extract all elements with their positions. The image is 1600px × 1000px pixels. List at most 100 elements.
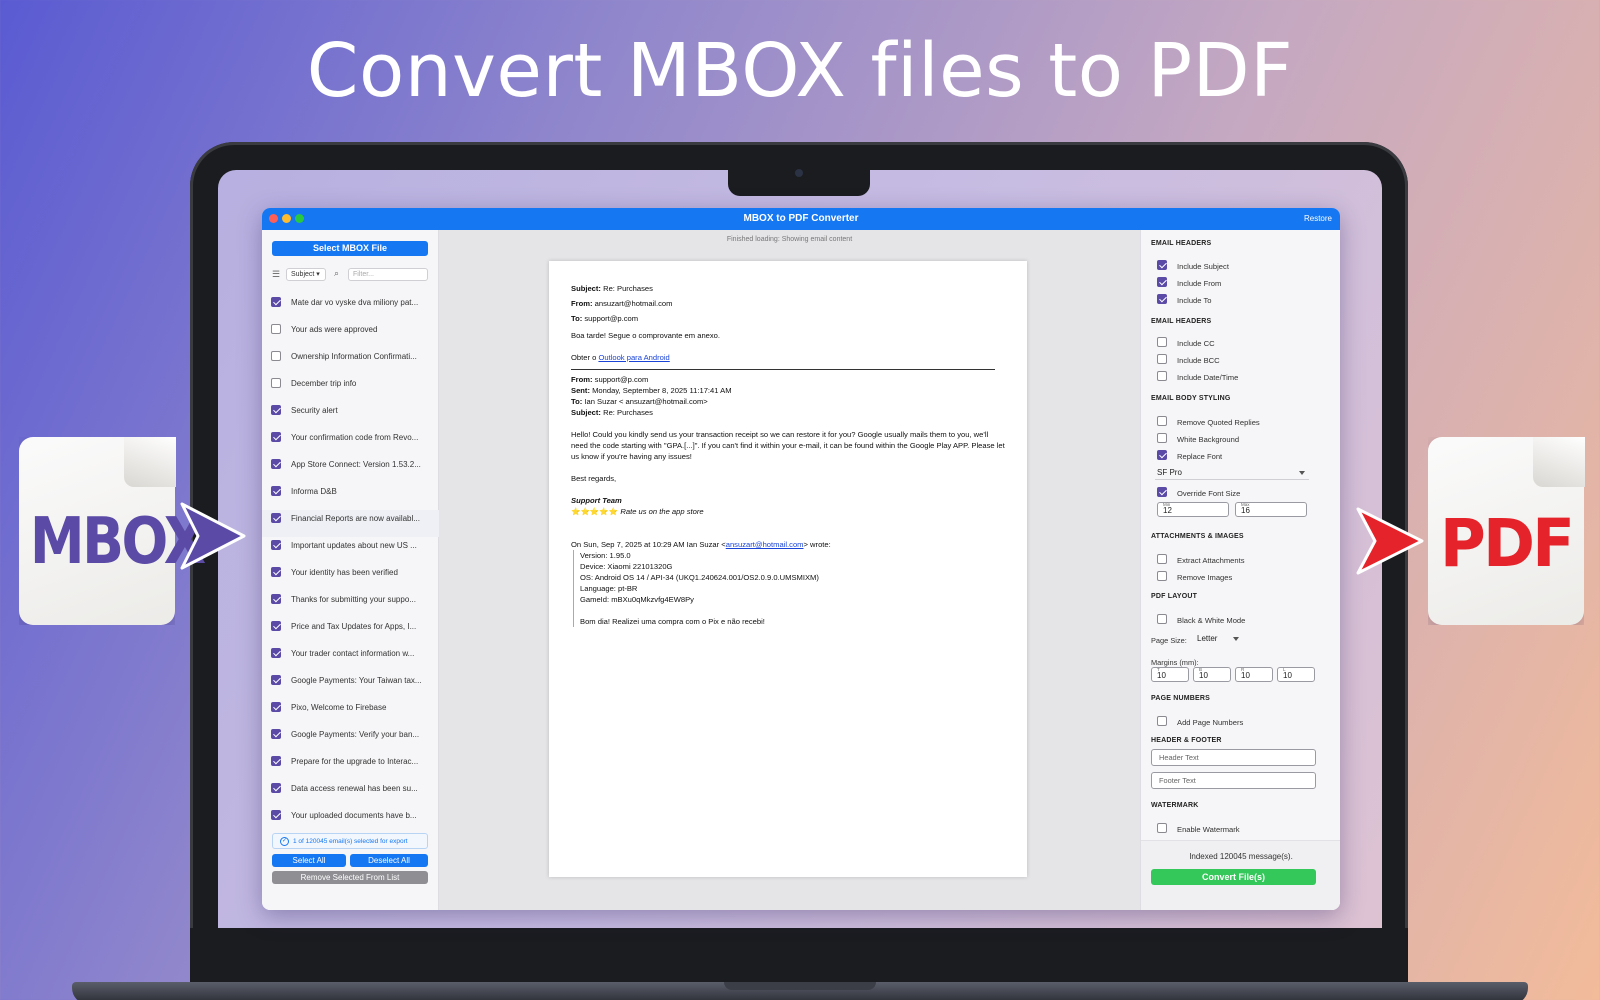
deselect-all-button[interactable]: Deselect All (350, 854, 428, 867)
filter-input[interactable]: Filter... (348, 268, 428, 281)
restore-button[interactable]: Restore (1304, 214, 1332, 223)
email-list-item[interactable]: Your confirmation code from Revo... (262, 429, 439, 456)
add-page-numbers-checkbox[interactable] (1157, 716, 1167, 726)
remove-images-checkbox[interactable] (1157, 571, 1167, 581)
margin-field[interactable]: L 10 (1277, 667, 1315, 682)
section-email-headers: EMAIL HEADERS (1151, 240, 1212, 247)
email-list-item[interactable]: Mate dar vo vyske dva miliony pat... (262, 294, 439, 321)
chevron-down-icon (1299, 471, 1305, 475)
font-select[interactable]: SF Pro (1155, 468, 1309, 480)
email-checkbox[interactable] (271, 810, 281, 820)
sort-field-select[interactable]: Subject ▾ (286, 268, 326, 281)
include-cc-label: Include CC (1177, 339, 1215, 348)
email-list-item[interactable]: Prepare for the upgrade to Interac... (262, 753, 439, 780)
email-list-item[interactable]: Security alert (262, 402, 439, 429)
email-list-item[interactable]: Important updates about new US ... (262, 537, 439, 564)
include-datetime-checkbox[interactable] (1157, 371, 1167, 381)
include-to-checkbox[interactable] (1157, 294, 1167, 304)
replace-font-checkbox[interactable] (1157, 450, 1167, 460)
email-checkbox[interactable] (271, 675, 281, 685)
extract-attachments-checkbox[interactable] (1157, 554, 1167, 564)
email-list: Mate dar vo vyske dva miliony pat... Your… (262, 294, 439, 834)
mbox-file-fold (124, 437, 176, 487)
email-checkbox[interactable] (271, 513, 281, 523)
page-size-select[interactable]: Letter (1197, 634, 1243, 646)
min-font-size-field[interactable]: Min 12 (1157, 502, 1229, 517)
window-title: MBOX to PDF Converter (743, 213, 859, 224)
rating-line: ⭐⭐⭐⭐⭐ Rate us on the app store (571, 506, 1005, 517)
quoted-line: Language: pt-BR (580, 584, 638, 593)
email-list-item[interactable]: Informa D&B (262, 483, 439, 510)
include-cc-checkbox[interactable] (1157, 337, 1167, 347)
override-font-size-checkbox[interactable] (1157, 487, 1167, 497)
header-text-field[interactable]: Header Text (1151, 749, 1316, 766)
quoted-to-value: Ian Suzar < ansuzart@hotmail.com> (584, 397, 708, 406)
white-bg-checkbox[interactable] (1157, 433, 1167, 443)
email-checkbox[interactable] (271, 621, 281, 631)
email-checkbox[interactable] (271, 783, 281, 793)
select-mbox-file-button[interactable]: Select MBOX File (272, 241, 428, 256)
margin-field[interactable]: T 10 (1151, 667, 1189, 682)
email-list-item[interactable]: App Store Connect: Version 1.53.2... (262, 456, 439, 483)
quoted-from-line: From: support@p.com (571, 374, 1005, 385)
email-list-item[interactable]: Your identity has been verified (262, 564, 439, 591)
email-list-item[interactable]: December trip info (262, 375, 439, 402)
bw-mode-checkbox[interactable] (1157, 614, 1167, 624)
wrote-line: On Sun, Sep 7, 2025 at 10:29 AM Ian Suza… (571, 539, 1005, 550)
email-checkbox[interactable] (271, 459, 281, 469)
email-list-item[interactable]: Financial Reports are now availabl... (262, 510, 439, 537)
include-to-label: Include To (1177, 296, 1212, 305)
email-list-item[interactable]: Thanks for submitting your suppo... (262, 591, 439, 618)
enable-watermark-checkbox[interactable] (1157, 823, 1167, 833)
margin-field[interactable]: B 10 (1193, 667, 1231, 682)
outlook-link[interactable]: Outlook para Android (598, 353, 669, 362)
email-checkbox[interactable] (271, 432, 281, 442)
remove-quoted-checkbox[interactable] (1157, 416, 1167, 426)
email-subject: Informa D&B (291, 487, 337, 496)
margin-field-value: 10 (1283, 671, 1292, 680)
email-checkbox[interactable] (271, 702, 281, 712)
email-list-item[interactable]: Google Payments: Verify your ban... (262, 726, 439, 753)
options-panel: EMAIL HEADERS Include Subject Include Fr… (1140, 230, 1340, 910)
quoted-subject-value: Re: Purchases (603, 408, 653, 417)
email-preview: Finished loading: Showing email content … (439, 230, 1140, 910)
email-checkbox[interactable] (271, 594, 281, 604)
footer-text-field[interactable]: Footer Text (1151, 772, 1316, 789)
wrote-email-link[interactable]: ansuzart@hotmail.com (726, 540, 804, 549)
email-list-item[interactable]: Ownership Information Confirmati... (262, 348, 439, 375)
list-icon[interactable]: ☰ (272, 269, 280, 280)
email-checkbox[interactable] (271, 351, 281, 361)
email-checkbox[interactable] (271, 567, 281, 577)
remove-selected-button[interactable]: Remove Selected From List (272, 871, 428, 884)
include-from-label: Include From (1177, 279, 1222, 288)
email-subject: Your confirmation code from Revo... (291, 433, 419, 442)
email-checkbox[interactable] (271, 297, 281, 307)
email-checkbox[interactable] (271, 540, 281, 550)
email-list-item[interactable]: Pixo, Welcome to Firebase (262, 699, 439, 726)
email-subject: App Store Connect: Version 1.53.2... (291, 460, 421, 469)
select-all-button[interactable]: Select All (272, 854, 346, 867)
email-subject: Prepare for the upgrade to Interac... (291, 757, 419, 766)
include-from-checkbox[interactable] (1157, 277, 1167, 287)
email-list-item[interactable]: Google Payments: Your Taiwan tax... (262, 672, 439, 699)
quoted-subject-label: Subject: (571, 408, 601, 417)
email-list-item[interactable]: Data access renewal has been su... (262, 780, 439, 807)
to-line: To: support@p.com (571, 313, 1005, 324)
email-list-item[interactable]: Price and Tax Updates for Apps, I... (262, 618, 439, 645)
convert-button[interactable]: Convert File(s) (1151, 869, 1316, 885)
max-font-size-field[interactable]: Max 16 (1235, 502, 1307, 517)
email-checkbox[interactable] (271, 648, 281, 658)
email-list-item[interactable]: Your ads were approved (262, 321, 439, 348)
email-checkbox[interactable] (271, 486, 281, 496)
email-checkbox[interactable] (271, 729, 281, 739)
margin-field[interactable]: R 10 (1235, 667, 1273, 682)
include-subject-checkbox[interactable] (1157, 260, 1167, 270)
email-checkbox[interactable] (271, 756, 281, 766)
email-checkbox[interactable] (271, 405, 281, 415)
include-bcc-checkbox[interactable] (1157, 354, 1167, 364)
email-checkbox[interactable] (271, 324, 281, 334)
email-subject: Important updates about new US ... (291, 541, 417, 550)
email-list-item[interactable]: Your uploaded documents have b... (262, 807, 439, 834)
email-list-item[interactable]: Your trader contact information w... (262, 645, 439, 672)
email-checkbox[interactable] (271, 378, 281, 388)
